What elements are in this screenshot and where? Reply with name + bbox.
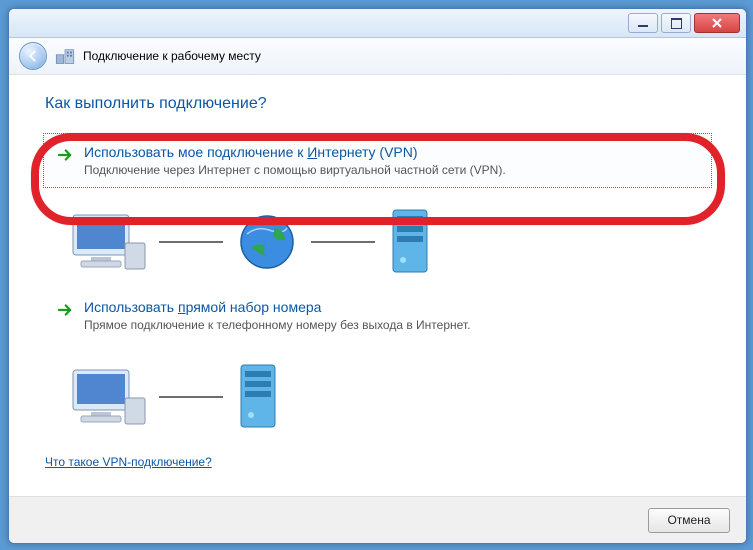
arrow-right-icon — [56, 301, 74, 319]
globe-icon — [235, 210, 299, 274]
option-dialup-title: Использовать прямой набор номера — [84, 299, 470, 315]
option-vpn[interactable]: Использовать мое подключение к Интернету… — [43, 133, 712, 188]
maximize-button[interactable] — [661, 13, 691, 33]
connector-line — [159, 396, 223, 398]
help-link[interactable]: Что такое VPN-подключение? — [45, 455, 212, 469]
cancel-button[interactable]: Отмена — [648, 508, 730, 533]
arrow-right-icon — [56, 146, 74, 164]
option-dialup-desc: Прямое подключение к телефонному номеру … — [84, 318, 470, 332]
titlebar — [9, 9, 746, 38]
connector-line — [311, 241, 375, 243]
header-title: Подключение к рабочему месту — [83, 49, 261, 63]
computer-icon — [67, 366, 147, 428]
option-dialup[interactable]: Использовать прямой набор номера Прямое … — [43, 288, 712, 343]
diagram-dialup — [67, 361, 712, 433]
server-icon — [387, 206, 433, 278]
back-button[interactable] — [19, 42, 47, 70]
diagram-vpn — [67, 206, 712, 278]
close-icon — [712, 18, 722, 28]
minimize-button[interactable] — [628, 13, 658, 33]
window-controls — [628, 13, 740, 33]
wizard-icon — [55, 46, 75, 66]
footer-bar: Отмена — [9, 496, 746, 543]
page-heading: Как выполнить подключение? — [45, 95, 712, 113]
wizard-window: Подключение к рабочему месту Как выполни… — [8, 8, 747, 544]
option-vpn-title: Использовать мое подключение к Интернету… — [84, 144, 506, 160]
content-area: Как выполнить подключение? Использовать … — [9, 75, 746, 497]
server-icon — [235, 361, 281, 433]
back-arrow-icon — [26, 49, 40, 63]
close-button[interactable] — [694, 13, 740, 33]
option-vpn-desc: Подключение через Интернет с помощью вир… — [84, 163, 506, 177]
connector-line — [159, 241, 223, 243]
computer-icon — [67, 211, 147, 273]
header-bar: Подключение к рабочему месту — [9, 38, 746, 75]
